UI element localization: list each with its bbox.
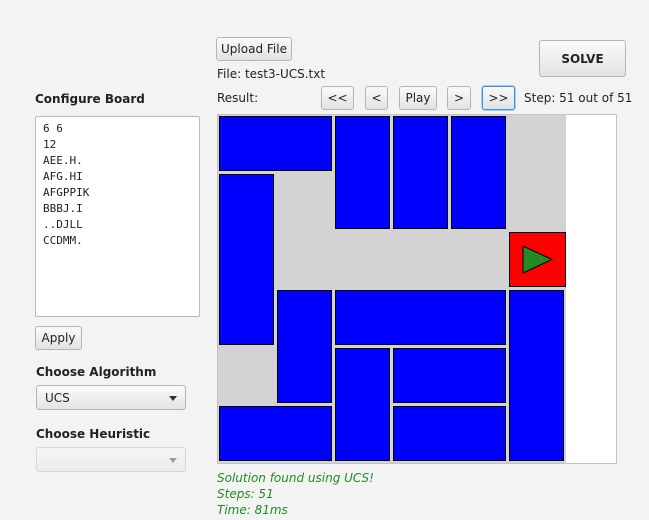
- config-line: BBBJ.I: [43, 202, 83, 215]
- apply-button[interactable]: Apply: [35, 326, 82, 350]
- chevron-down-icon: [169, 457, 177, 463]
- heuristic-select[interactable]: [36, 447, 186, 472]
- board-piece: [509, 290, 564, 461]
- solve-button[interactable]: SOLVE: [539, 40, 626, 77]
- board-piece: [335, 290, 506, 345]
- prev-step-button[interactable]: <: [365, 86, 388, 110]
- exit-arrow-icon: [522, 245, 554, 274]
- play-button[interactable]: Play: [399, 86, 437, 110]
- board-piece: [219, 174, 274, 345]
- upload-file-button[interactable]: Upload File: [216, 37, 292, 61]
- result-label: Result:: [217, 91, 259, 105]
- board-piece: [451, 116, 506, 229]
- step-counter: Step: 51 out of 51: [524, 91, 633, 105]
- first-step-button[interactable]: <<: [321, 86, 354, 110]
- config-line: AEE.H.: [43, 154, 83, 167]
- next-step-button[interactable]: >: [447, 86, 471, 110]
- board-piece: [393, 348, 506, 403]
- status-time: Time: 81ms: [217, 503, 288, 517]
- board-piece: [219, 406, 332, 461]
- last-step-button[interactable]: >>: [482, 86, 515, 110]
- status-steps: Steps: 51: [217, 487, 274, 501]
- config-line: AFGPPIK: [43, 186, 90, 199]
- algorithm-label: Choose Algorithm: [36, 365, 157, 379]
- board-config-textarea[interactable]: 6 6 12 AEE.H. AFG.HI AFGPPIK BBBJ.I ..DJ…: [35, 116, 200, 317]
- config-line: CCDMM.: [43, 234, 83, 247]
- board-piece: [393, 406, 506, 461]
- board-piece: [277, 290, 332, 403]
- heuristic-label: Choose Heuristic: [36, 427, 151, 441]
- board-piece: [393, 116, 448, 229]
- config-line: 6 6: [43, 122, 63, 135]
- file-name-label: File: test3-UCS.txt: [217, 67, 326, 81]
- algorithm-selected-value: UCS: [45, 390, 70, 405]
- chevron-down-icon: [169, 395, 177, 401]
- status-message: Solution found using UCS!: [217, 471, 374, 485]
- board-piece: [335, 348, 390, 461]
- config-line: ..DJLL: [43, 218, 83, 231]
- algorithm-select[interactable]: UCS: [36, 385, 186, 410]
- config-line: AFG.HI: [43, 170, 83, 183]
- board-piece: [219, 116, 332, 171]
- config-line: 12: [43, 138, 57, 151]
- configure-board-label: Configure Board: [35, 92, 145, 106]
- primary-piece: [509, 232, 566, 287]
- board-piece: [335, 116, 390, 229]
